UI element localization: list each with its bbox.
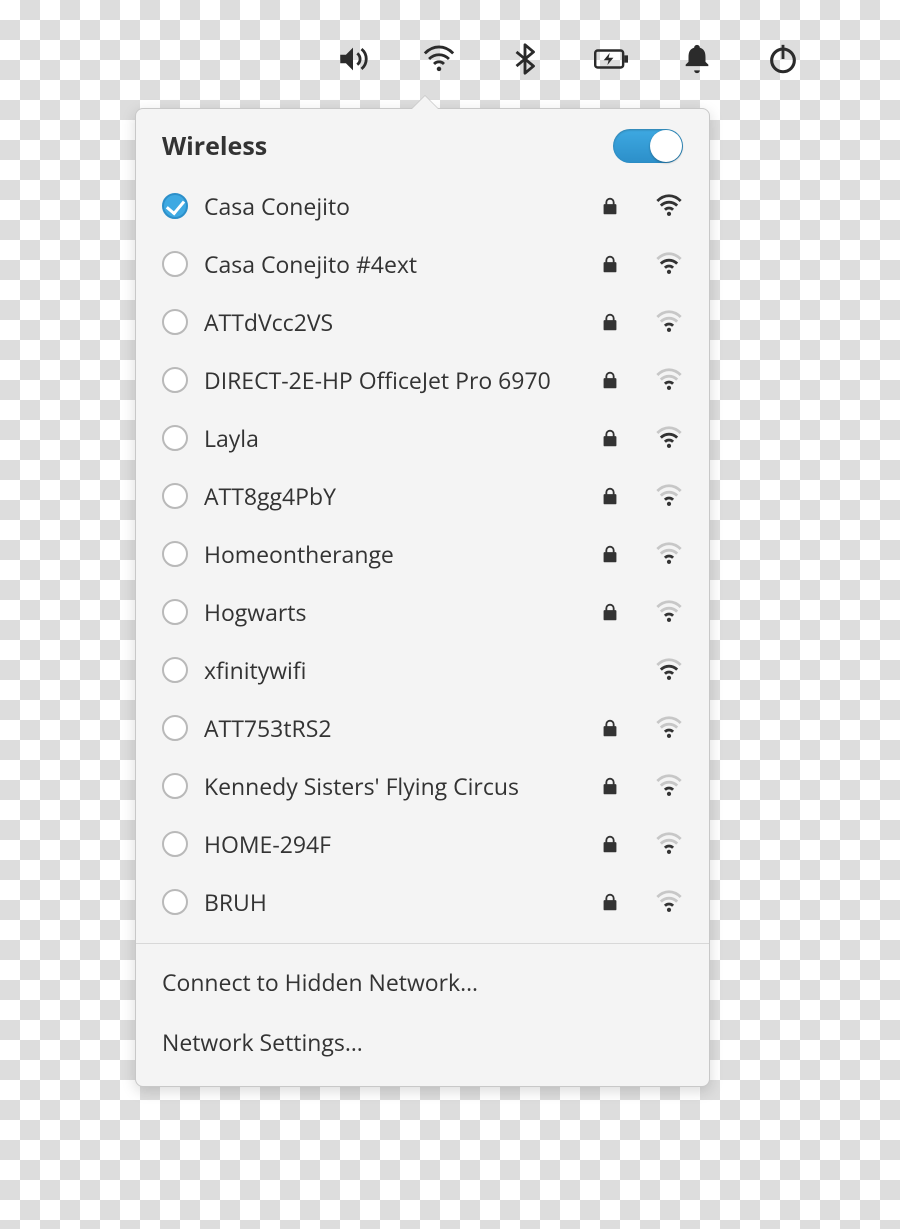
network-row[interactable]: ATT8gg4PbY bbox=[136, 467, 709, 525]
radio-icon[interactable] bbox=[162, 773, 188, 799]
network-row[interactable]: Homeontherange bbox=[136, 525, 709, 583]
popover-header: Wireless bbox=[136, 109, 709, 173]
bluetooth-icon[interactable] bbox=[508, 42, 542, 76]
lock-icon bbox=[599, 253, 621, 275]
network-ssid: DIRECT-2E-HP OfficeJet Pro 6970 bbox=[204, 364, 583, 396]
signal-icon bbox=[655, 194, 683, 217]
radio-icon[interactable] bbox=[162, 483, 188, 509]
lock-icon bbox=[599, 485, 621, 507]
network-ssid: Layla bbox=[204, 422, 583, 454]
radio-icon[interactable] bbox=[162, 889, 188, 915]
network-row[interactable]: Layla bbox=[136, 409, 709, 467]
network-row[interactable]: Casa Conejito bbox=[136, 177, 709, 235]
signal-icon bbox=[655, 310, 683, 333]
lock-icon bbox=[599, 543, 621, 565]
popover-pointer bbox=[412, 96, 438, 109]
power-icon[interactable] bbox=[766, 42, 800, 76]
wireless-title: Wireless bbox=[162, 129, 267, 163]
signal-icon bbox=[655, 542, 683, 565]
signal-icon bbox=[655, 426, 683, 449]
radio-icon[interactable] bbox=[162, 541, 188, 567]
signal-icon bbox=[655, 716, 683, 739]
volume-icon[interactable] bbox=[336, 42, 370, 76]
lock-icon bbox=[599, 717, 621, 739]
radio-icon[interactable] bbox=[162, 657, 188, 683]
lock-icon bbox=[599, 775, 621, 797]
network-row[interactable]: Casa Conejito #4ext bbox=[136, 235, 709, 293]
network-ssid: ATT753tRS2 bbox=[204, 712, 583, 744]
popover-footer: Connect to Hidden Network… Network Setti… bbox=[136, 944, 709, 1086]
battery-icon[interactable] bbox=[594, 42, 628, 76]
network-ssid: xfinitywifi bbox=[204, 654, 583, 686]
network-ssid: Hogwarts bbox=[204, 596, 583, 628]
network-row[interactable]: Hogwarts bbox=[136, 583, 709, 641]
signal-icon bbox=[655, 252, 683, 275]
radio-icon[interactable] bbox=[162, 251, 188, 277]
network-row[interactable]: ATT753tRS2 bbox=[136, 699, 709, 757]
network-ssid: ATTdVcc2VS bbox=[204, 306, 583, 338]
wifi-popover: Wireless Casa Conejito Casa Conejito #4ex… bbox=[135, 108, 710, 1087]
lock-icon bbox=[599, 311, 621, 333]
network-row[interactable]: HOME-294F bbox=[136, 815, 709, 873]
network-ssid: Homeontherange bbox=[204, 538, 583, 570]
signal-icon bbox=[655, 774, 683, 797]
lock-icon bbox=[599, 601, 621, 623]
radio-selected-icon[interactable] bbox=[162, 193, 188, 219]
radio-icon[interactable] bbox=[162, 309, 188, 335]
radio-icon[interactable] bbox=[162, 715, 188, 741]
lock-icon bbox=[599, 369, 621, 391]
network-ssid: Casa Conejito bbox=[204, 190, 583, 222]
signal-icon bbox=[655, 368, 683, 391]
radio-icon[interactable] bbox=[162, 831, 188, 857]
lock-icon bbox=[599, 833, 621, 855]
wifi-icon[interactable] bbox=[422, 42, 456, 76]
signal-icon bbox=[655, 832, 683, 855]
bell-icon[interactable] bbox=[680, 42, 714, 76]
lock-icon bbox=[599, 195, 621, 217]
signal-icon bbox=[655, 890, 683, 913]
network-settings[interactable]: Network Settings… bbox=[136, 1012, 709, 1072]
signal-icon bbox=[655, 600, 683, 623]
radio-icon[interactable] bbox=[162, 425, 188, 451]
radio-icon[interactable] bbox=[162, 367, 188, 393]
network-ssid: HOME-294F bbox=[204, 828, 583, 860]
lock-icon bbox=[599, 427, 621, 449]
connect-hidden-network[interactable]: Connect to Hidden Network… bbox=[136, 952, 709, 1012]
network-ssid: ATT8gg4PbY bbox=[204, 480, 583, 512]
signal-icon bbox=[655, 484, 683, 507]
network-row[interactable]: ATTdVcc2VS bbox=[136, 293, 709, 351]
system-tray bbox=[336, 42, 800, 76]
network-list: Casa Conejito Casa Conejito #4ext ATTdVcc2… bbox=[136, 173, 709, 941]
network-ssid: Kennedy Sisters' Flying Circus bbox=[204, 770, 583, 802]
network-row[interactable]: BRUH bbox=[136, 873, 709, 931]
wireless-toggle[interactable] bbox=[613, 129, 683, 163]
network-row[interactable]: xfinitywifi bbox=[136, 641, 709, 699]
network-ssid: Casa Conejito #4ext bbox=[204, 248, 583, 280]
radio-icon[interactable] bbox=[162, 599, 188, 625]
toggle-knob bbox=[650, 130, 682, 162]
signal-icon bbox=[655, 658, 683, 681]
network-row[interactable]: DIRECT-2E-HP OfficeJet Pro 6970 bbox=[136, 351, 709, 409]
lock-icon bbox=[599, 891, 621, 913]
network-row[interactable]: Kennedy Sisters' Flying Circus bbox=[136, 757, 709, 815]
network-ssid: BRUH bbox=[204, 886, 583, 918]
